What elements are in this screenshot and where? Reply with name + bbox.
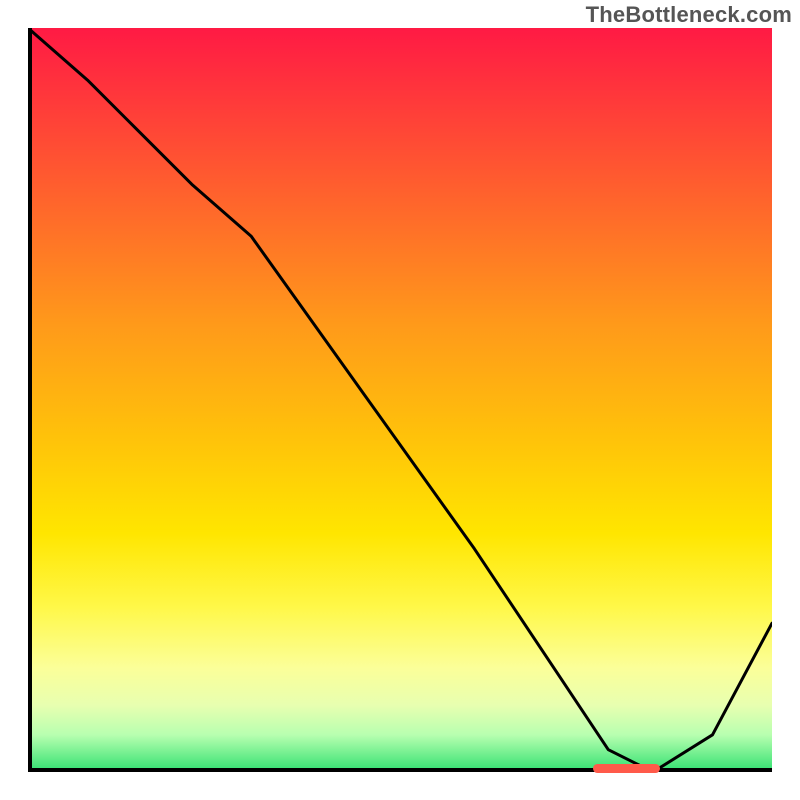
plot-area xyxy=(28,28,772,772)
watermark-text: TheBottleneck.com xyxy=(586,2,792,28)
chart-container: TheBottleneck.com xyxy=(0,0,800,800)
